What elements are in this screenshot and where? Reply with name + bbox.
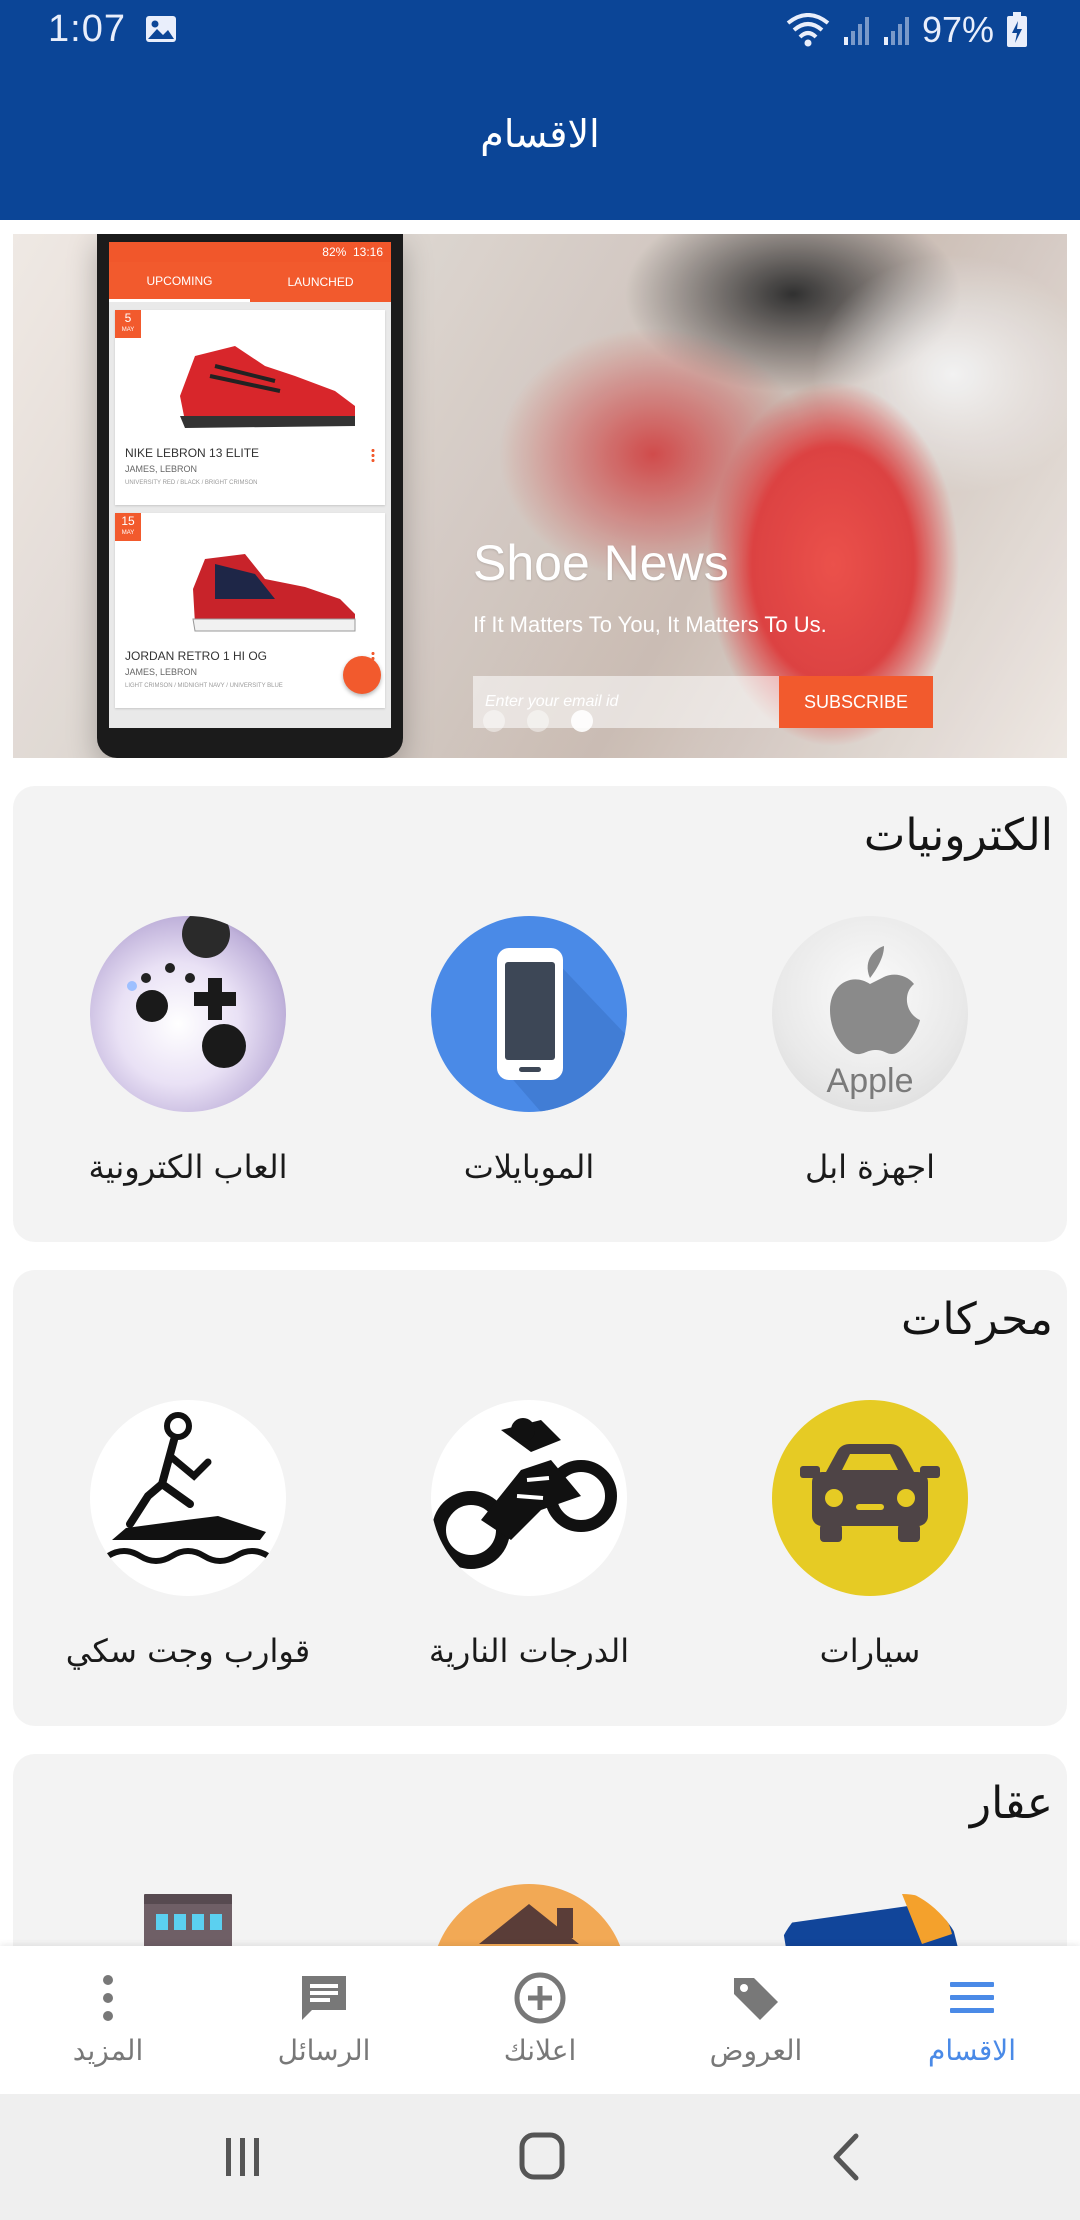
- nav-more[interactable]: المزيد: [0, 1946, 216, 2094]
- jordan-sneaker-image: [192, 554, 356, 632]
- home-icon[interactable]: [512, 2132, 572, 2182]
- tag-icon: [734, 1978, 778, 2020]
- carousel-indicator: [483, 710, 593, 732]
- recent-apps-icon[interactable]: [212, 2132, 272, 2182]
- nav-post-ad[interactable]: اعلانك: [432, 1946, 648, 2094]
- more-icon: [103, 1975, 113, 2021]
- section-title: محركات: [900, 1294, 1053, 1345]
- carousel-dot-active[interactable]: [571, 710, 593, 732]
- battery-percentage: 97%: [921, 9, 994, 50]
- carousel-dot[interactable]: [527, 710, 549, 732]
- signal-1-icon: [843, 17, 869, 45]
- category-boats-jetski[interactable]: قوارب وجت سكي: [38, 1400, 338, 1670]
- motorcycle-icon: [431, 1400, 627, 1596]
- menu-icon: [950, 1982, 994, 2013]
- apple-logo-icon: Apple: [772, 916, 968, 1112]
- svg-text:Apple: Apple: [827, 1062, 914, 1100]
- wifi-icon: [786, 13, 830, 47]
- section-electronics: الكترونيات Apple اجهزة ابل الموبايلات ال…: [13, 786, 1067, 1242]
- game-controller-icon: [90, 916, 286, 1112]
- status-indicators: 97%: [786, 8, 1028, 52]
- phone-shoe-card: 5 MAY NIKE LEBRON 13 ELITE JAMES, LEBRON …: [115, 310, 385, 505]
- red-sneaker-image: [180, 346, 355, 428]
- nav-label: الرسائل: [277, 2034, 371, 2067]
- page-title: الاقسام: [480, 112, 600, 156]
- section-motors: محركات سيارات الدرجات النارية قوارب وجت …: [13, 1270, 1067, 1726]
- category-video-games[interactable]: العاب الكترونية: [38, 916, 338, 1186]
- nav-label: المزيد: [72, 2034, 144, 2067]
- message-icon: [302, 1976, 346, 2020]
- nav-messages[interactable]: الرسائل: [216, 1946, 432, 2094]
- nav-label: اعلانك: [503, 2034, 577, 2067]
- category-apple-devices[interactable]: Apple اجهزة ابل: [720, 916, 1020, 1186]
- phone-mockup-image: 82% 13:16 UPCOMING LAUNCHED 5 MAY NIKE LE…: [97, 234, 403, 758]
- category-cars[interactable]: سيارات: [720, 1400, 1020, 1670]
- category-label: العاب الكترونية: [88, 1148, 288, 1186]
- category-motorcycles[interactable]: الدرجات النارية: [379, 1400, 679, 1670]
- car-icon: [772, 1400, 968, 1596]
- section-title: عقار: [969, 1778, 1053, 1829]
- carousel-dot[interactable]: [483, 710, 505, 732]
- category-label: الموبايلات: [463, 1148, 595, 1186]
- category-label: اجهزة ابل: [804, 1148, 936, 1186]
- back-icon[interactable]: [818, 2132, 878, 2182]
- phone-tab-upcoming: UPCOMING: [109, 262, 250, 302]
- phone-tab-launched: LAUNCHED: [287, 275, 354, 289]
- section-title: الكترونيات: [863, 810, 1053, 861]
- bottom-navigation: الاقسام العروض اعلانك الرسائل المزيد: [0, 1946, 1080, 2094]
- system-navigation-bar: [0, 2094, 1080, 2220]
- status-time: 1:07: [48, 8, 126, 50]
- battery-charging-icon: [1007, 12, 1027, 47]
- status-bar: 1:07 97%: [0, 0, 1080, 62]
- jet-ski-icon: [90, 1400, 286, 1596]
- banner-subtitle: If It Matters To You, It Matters To Us.: [473, 612, 827, 637]
- category-mobiles[interactable]: الموبايلات: [379, 916, 679, 1186]
- nav-categories[interactable]: الاقسام: [864, 1946, 1080, 2094]
- promo-banner[interactable]: 82% 13:16 UPCOMING LAUNCHED 5 MAY NIKE LE…: [13, 234, 1067, 758]
- banner-title: Shoe News: [473, 535, 729, 591]
- nav-label: الاقسام: [928, 2034, 1016, 2067]
- nav-offers[interactable]: العروض: [648, 1946, 864, 2094]
- mobile-phone-icon: [431, 916, 627, 1112]
- category-label: سيارات: [819, 1632, 921, 1670]
- signal-2-icon: [883, 17, 909, 45]
- category-label: قوارب وجت سكي: [65, 1632, 311, 1670]
- app-bar: 1:07 97% الاقسام: [0, 0, 1080, 220]
- category-label: الدرجات النارية: [428, 1632, 630, 1670]
- nav-label: العروض: [709, 2034, 803, 2067]
- subscribe-button[interactable]: SUBSCRIBE: [779, 676, 933, 728]
- image-notification-icon: [146, 16, 176, 42]
- phone-grid-fab: [343, 656, 381, 694]
- add-circle-icon: [514, 1972, 566, 2024]
